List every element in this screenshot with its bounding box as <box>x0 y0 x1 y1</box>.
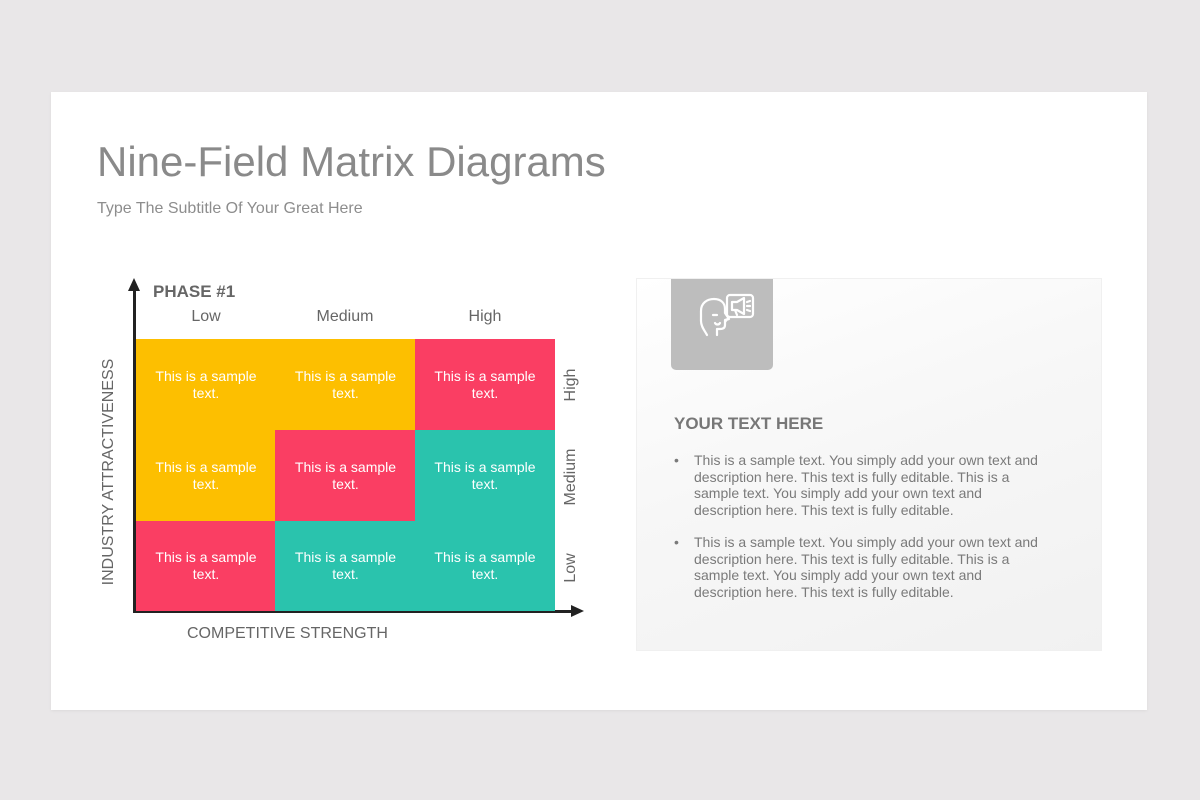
x-axis-title: COMPETITIVE STRENGTH <box>187 625 388 642</box>
matrix-cell-medium-high: This is a sample text. <box>415 430 555 521</box>
page-title: Nine-Field Matrix Diagrams <box>97 138 606 185</box>
matrix-cell-low-medium: This is a sample text. <box>275 521 416 611</box>
matrix-cell-medium-low: This is a sample text. <box>136 430 276 521</box>
matrix-cell-high-high: This is a sample text. <box>415 339 555 430</box>
column-label-low: Low <box>191 308 221 325</box>
panel-heading: YOUR TEXT HERE <box>674 414 824 433</box>
list-item: This is a sample text. You simply add yo… <box>674 452 1049 518</box>
matrix-cell-low-low: This is a sample text. <box>136 521 276 611</box>
column-label-medium: Medium <box>316 308 374 325</box>
phase-label: PHASE #1 <box>153 282 236 301</box>
x-axis-arrow-icon <box>571 605 584 617</box>
matrix-cell-low-high: This is a sample text. <box>415 521 555 611</box>
list-item: This is a sample text. You simply add yo… <box>674 534 1049 600</box>
matrix-cell-high-low: This is a sample text. <box>136 339 276 430</box>
text-panel: YOUR TEXT HERE This is a sample text. Yo… <box>636 278 1102 651</box>
page-subtitle: Type The Subtitle Of Your Great Here <box>97 200 363 217</box>
bullet-list: This is a sample text. You simply add yo… <box>674 452 1049 616</box>
matrix-cell-medium-medium: This is a sample text. <box>275 430 416 521</box>
matrix-cell-high-medium: This is a sample text. <box>275 339 416 430</box>
icon-tab <box>671 279 773 370</box>
head-megaphone-icon <box>699 293 755 337</box>
column-label-high: High <box>468 308 502 325</box>
slide: Nine-Field Matrix Diagrams Type The Subt… <box>51 92 1147 710</box>
y-axis-arrow-icon <box>128 278 140 291</box>
nine-field-matrix: This is a sample text. This is a sample … <box>136 339 555 611</box>
